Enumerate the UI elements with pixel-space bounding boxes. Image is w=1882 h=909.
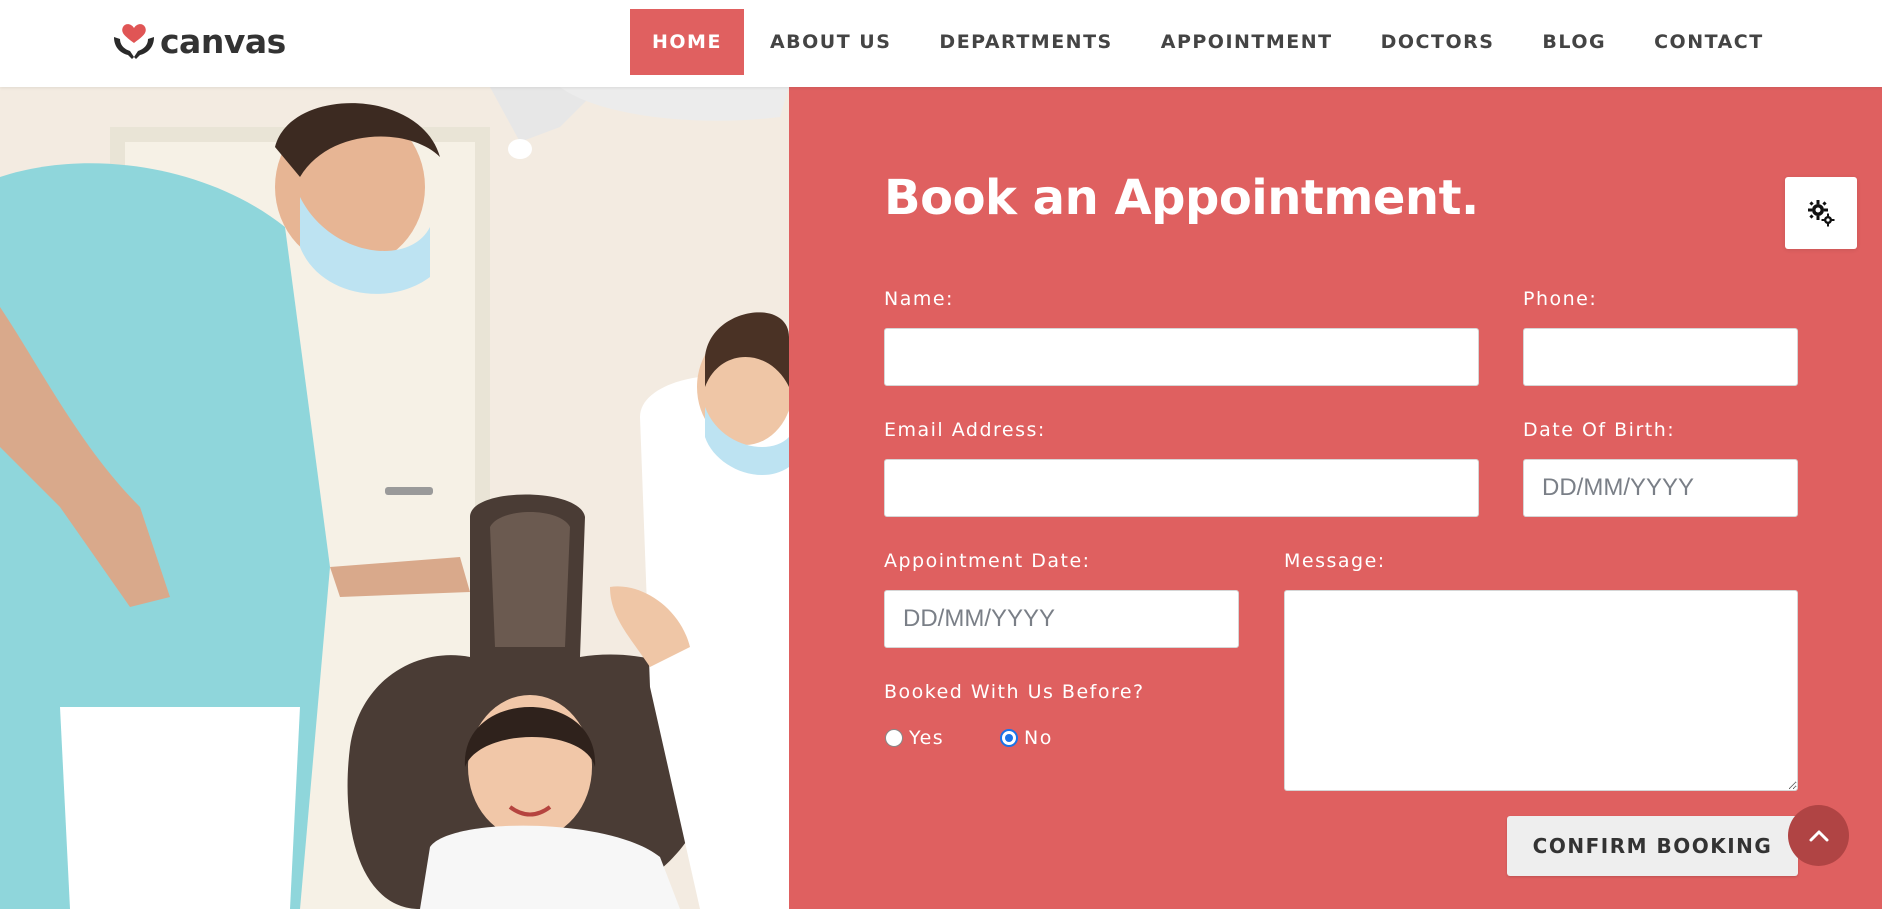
nav-contact[interactable]: CONTACT <box>1632 9 1786 75</box>
dob-label: Date Of Birth: <box>1523 419 1676 441</box>
message-textarea[interactable] <box>1284 590 1798 791</box>
nav-about-us[interactable]: ABOUT US <box>748 9 913 75</box>
nav-appointment[interactable]: APPOINTMENT <box>1139 9 1355 75</box>
radio-yes[interactable] <box>885 729 903 747</box>
main-nav: HOME ABOUT US DEPARTMENTS APPOINTMENT DO… <box>630 9 1790 75</box>
name-label: Name: <box>884 288 954 310</box>
nav-home[interactable]: HOME <box>630 9 744 75</box>
scroll-to-top-button[interactable] <box>1788 805 1849 866</box>
dental-clinic-photo <box>0 87 789 909</box>
brand-logo[interactable]: canvas <box>112 20 286 62</box>
nav-blog[interactable]: BLOG <box>1520 9 1628 75</box>
confirm-booking-button[interactable]: CONFIRM BOOKING <box>1507 816 1798 876</box>
site-header: canvas HOME ABOUT US DEPARTMENTS APPOINT… <box>0 0 1882 87</box>
radio-yes-option[interactable]: Yes <box>885 727 944 749</box>
heart-hands-icon <box>114 24 154 59</box>
phone-input[interactable] <box>1523 328 1798 386</box>
message-label: Message: <box>1284 550 1386 572</box>
dob-input[interactable] <box>1523 459 1798 517</box>
radio-no[interactable] <box>1000 729 1018 747</box>
settings-button[interactable] <box>1785 177 1857 249</box>
radio-yes-label: Yes <box>909 727 945 749</box>
phone-label: Phone: <box>1523 288 1598 310</box>
email-input[interactable] <box>884 459 1479 517</box>
email-label: Email Address: <box>884 419 1046 441</box>
radio-no-label: No <box>1024 727 1053 749</box>
nav-departments[interactable]: DEPARTMENTS <box>917 9 1134 75</box>
gears-icon <box>1808 200 1835 227</box>
appointment-date-label: Appointment Date: <box>884 550 1091 572</box>
radio-no-option[interactable]: No <box>1000 727 1053 749</box>
chevron-up-icon <box>1809 830 1828 841</box>
name-input[interactable] <box>884 328 1479 386</box>
booked-before-label: Booked With Us Before? <box>884 681 1145 703</box>
nav-doctors[interactable]: DOCTORS <box>1359 9 1517 75</box>
form-title: Book an Appointment. <box>884 170 1479 226</box>
appointment-date-input[interactable] <box>884 590 1239 648</box>
brand-name: canvas <box>160 21 286 61</box>
